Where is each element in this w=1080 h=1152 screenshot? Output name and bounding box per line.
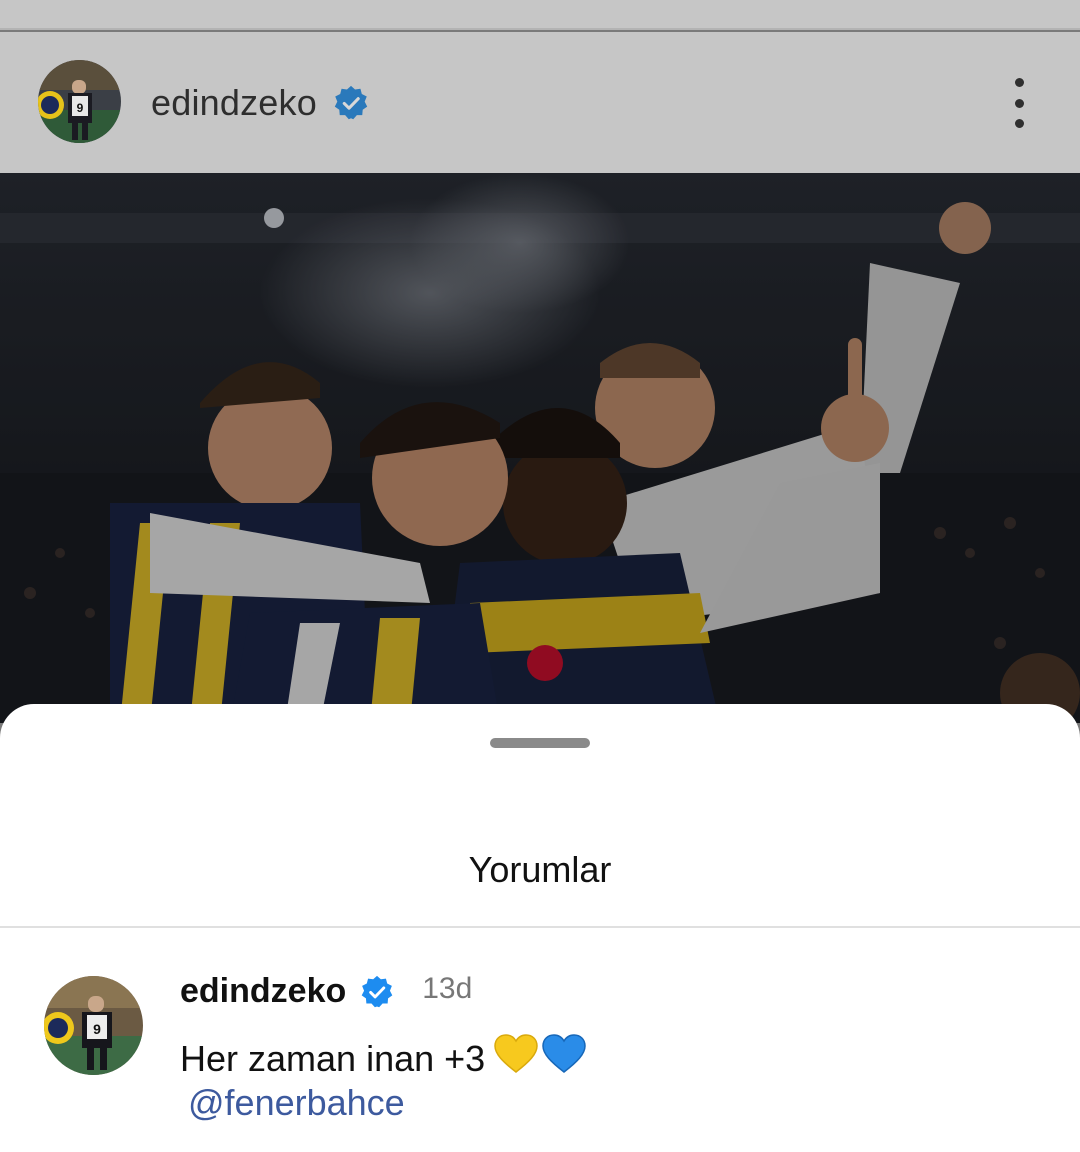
more-vertical-icon[interactable]: [1002, 78, 1036, 128]
svg-text:9: 9: [93, 1021, 101, 1037]
previous-post-strip: [0, 0, 1080, 30]
comment-timestamp: 13d: [422, 971, 473, 1005]
post-photo[interactable]: [0, 173, 1080, 723]
verified-badge-icon: [333, 85, 369, 121]
comments-bottom-sheet: Yorumlar 9 edindzeko 13d Her zaman inan …: [0, 704, 1080, 1152]
mention-link[interactable]: @fenerbahce: [188, 1082, 405, 1124]
comment-text: Her zaman inan +3: [180, 1034, 587, 1083]
clipped-text-fragment: [150, 0, 180, 8]
sheet-title: Yorumlar: [468, 849, 612, 890]
comment-body: Her zaman inan +3: [180, 1037, 486, 1079]
comment-username[interactable]: edindzeko: [180, 972, 346, 1011]
sheet-drag-handle[interactable]: [490, 738, 590, 748]
comment-item: 9 edindzeko 13d Her zaman inan +3 @fener…: [0, 928, 1080, 1152]
post-username[interactable]: edindzeko: [151, 82, 317, 124]
post-author-avatar[interactable]: 9: [38, 60, 121, 143]
verified-badge-icon: [360, 975, 394, 1009]
comment-author-avatar[interactable]: 9: [44, 976, 143, 1075]
post-header: 9 edindzeko: [0, 32, 1080, 173]
svg-text:9: 9: [77, 101, 84, 115]
yellow-heart-icon: [493, 1034, 539, 1083]
blue-heart-icon: [541, 1034, 587, 1083]
